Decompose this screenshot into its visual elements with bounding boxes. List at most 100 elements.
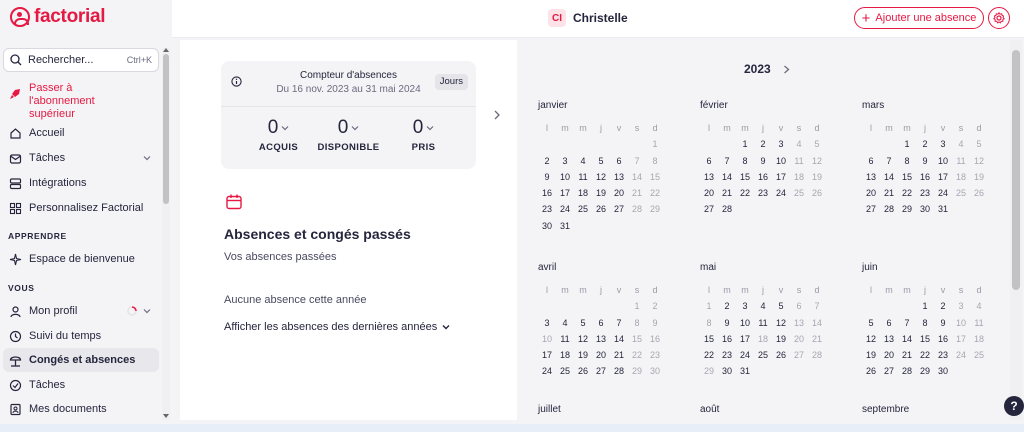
sidebar-scrollbar[interactable] [162, 48, 170, 420]
day-cell[interactable]: 24 [772, 185, 790, 201]
day-cell[interactable]: 24 [952, 347, 970, 363]
day-cell[interactable]: 29 [628, 363, 646, 379]
day-cell[interactable]: 19 [862, 347, 880, 363]
day-cell[interactable]: 25 [754, 347, 772, 363]
day-cell[interactable]: 20 [610, 185, 628, 201]
day-cell[interactable]: 6 [610, 153, 628, 169]
day-cell[interactable]: 13 [700, 169, 718, 185]
day-cell[interactable]: 2 [538, 153, 556, 169]
day-cell[interactable]: 20 [700, 185, 718, 201]
day-cell[interactable]: 14 [628, 169, 646, 185]
day-cell[interactable]: 25 [970, 347, 988, 363]
day-cell[interactable]: 23 [538, 201, 556, 217]
day-cell[interactable]: 18 [790, 169, 808, 185]
day-cell[interactable]: 11 [790, 153, 808, 169]
day-cell[interactable]: 15 [700, 331, 718, 347]
show-previous-years-link[interactable]: Afficher les absences des dernières anné… [224, 321, 450, 333]
day-cell[interactable]: 17 [772, 169, 790, 185]
day-cell[interactable]: 1 [898, 136, 916, 152]
day-cell[interactable]: 31 [934, 201, 952, 217]
day-cell[interactable]: 22 [628, 347, 646, 363]
day-cell[interactable]: 3 [556, 153, 574, 169]
day-cell[interactable]: 17 [538, 347, 556, 363]
day-cell[interactable]: 8 [898, 153, 916, 169]
day-cell[interactable]: 4 [952, 136, 970, 152]
sidebar-item-personnalisez[interactable]: Personnalisez Factorial [3, 199, 159, 217]
day-cell[interactable]: 6 [790, 298, 808, 314]
sidebar-item-suivi-temps[interactable]: Suivi du temps [3, 327, 159, 345]
day-cell[interactable]: 15 [898, 169, 916, 185]
day-cell[interactable]: 22 [700, 347, 718, 363]
day-cell[interactable]: 30 [718, 363, 736, 379]
day-cell[interactable]: 1 [916, 298, 934, 314]
day-cell[interactable]: 10 [736, 315, 754, 331]
day-cell[interactable]: 30 [646, 363, 664, 379]
day-cell[interactable]: 18 [556, 347, 574, 363]
day-cell[interactable]: 16 [646, 331, 664, 347]
day-cell[interactable]: 10 [538, 331, 556, 347]
day-cell[interactable]: 15 [916, 331, 934, 347]
day-cell[interactable]: 12 [592, 169, 610, 185]
chevron-down-icon[interactable] [143, 307, 151, 315]
day-cell[interactable]: 6 [880, 315, 898, 331]
day-cell[interactable]: 22 [646, 185, 664, 201]
day-cell[interactable]: 28 [808, 347, 826, 363]
day-cell[interactable]: 10 [934, 153, 952, 169]
day-cell[interactable]: 3 [736, 298, 754, 314]
day-cell[interactable]: 4 [970, 298, 988, 314]
day-cell[interactable]: 7 [880, 153, 898, 169]
sidebar-scroll-thumb[interactable] [163, 54, 169, 204]
day-cell[interactable]: 24 [934, 185, 952, 201]
sidebar-item-taches[interactable]: Tâches [3, 149, 159, 167]
day-cell[interactable]: 17 [736, 331, 754, 347]
day-cell[interactable]: 19 [970, 169, 988, 185]
day-cell[interactable]: 25 [790, 185, 808, 201]
day-cell[interactable]: 29 [646, 201, 664, 217]
day-cell[interactable]: 3 [772, 136, 790, 152]
day-cell[interactable]: 28 [880, 201, 898, 217]
day-cell[interactable]: 21 [898, 347, 916, 363]
day-cell[interactable]: 2 [646, 298, 664, 314]
day-cell[interactable]: 30 [538, 218, 556, 234]
day-cell[interactable]: 14 [610, 331, 628, 347]
day-cell[interactable]: 13 [880, 331, 898, 347]
day-cell[interactable]: 22 [898, 185, 916, 201]
day-cell[interactable]: 12 [574, 331, 592, 347]
day-cell[interactable]: 25 [556, 363, 574, 379]
day-cell[interactable]: 12 [862, 331, 880, 347]
day-cell[interactable]: 9 [718, 315, 736, 331]
day-cell[interactable]: 28 [718, 201, 736, 217]
day-cell[interactable]: 9 [934, 315, 952, 331]
day-cell[interactable]: 26 [862, 363, 880, 379]
day-cell[interactable]: 27 [592, 363, 610, 379]
sidebar-item-profil[interactable]: Mon profil [3, 302, 159, 320]
sidebar-item-bienvenue[interactable]: Espace de bienvenue [3, 250, 159, 268]
day-cell[interactable]: 20 [880, 347, 898, 363]
day-cell[interactable]: 10 [952, 315, 970, 331]
day-cell[interactable]: 26 [808, 185, 826, 201]
day-cell[interactable]: 11 [754, 315, 772, 331]
stat-disponible[interactable]: 0 DISPONIBLE [311, 117, 386, 153]
day-cell[interactable]: 28 [628, 201, 646, 217]
day-cell[interactable]: 18 [754, 331, 772, 347]
day-cell[interactable]: 26 [592, 201, 610, 217]
day-cell[interactable]: 2 [934, 298, 952, 314]
day-cell[interactable]: 1 [646, 136, 664, 152]
day-cell[interactable]: 20 [592, 347, 610, 363]
day-cell[interactable]: 18 [970, 331, 988, 347]
day-cell[interactable]: 30 [934, 363, 952, 379]
help-button[interactable]: ? [1004, 396, 1024, 416]
day-cell[interactable]: 27 [700, 201, 718, 217]
day-cell[interactable]: 8 [646, 153, 664, 169]
scroll-up-icon[interactable] [163, 48, 169, 52]
day-cell[interactable]: 14 [808, 315, 826, 331]
day-cell[interactable]: 29 [916, 363, 934, 379]
day-cell[interactable]: 19 [592, 185, 610, 201]
day-cell[interactable]: 12 [970, 153, 988, 169]
day-cell[interactable]: 19 [808, 169, 826, 185]
day-cell[interactable]: 17 [934, 169, 952, 185]
day-cell[interactable]: 13 [862, 169, 880, 185]
day-cell[interactable]: 21 [628, 185, 646, 201]
day-cell[interactable]: 25 [574, 201, 592, 217]
day-cell[interactable]: 14 [718, 169, 736, 185]
